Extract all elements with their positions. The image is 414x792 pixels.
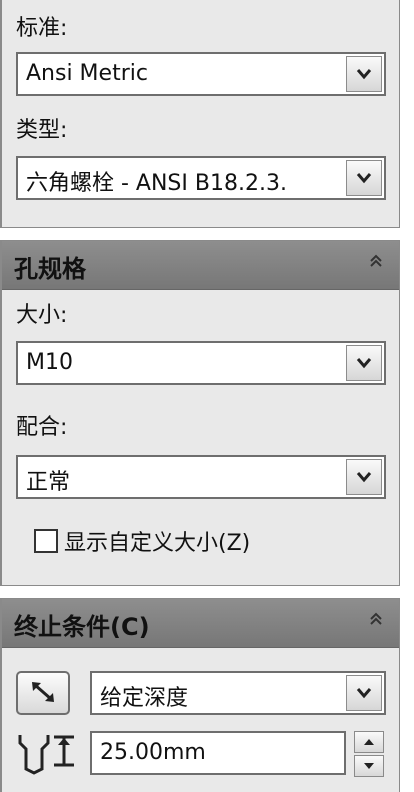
hole-spec-header[interactable]: 孔规格 (2, 241, 399, 290)
end-condition-value: 给定深度 (100, 686, 189, 711)
depth-spinner[interactable] (354, 731, 384, 777)
depth-value[interactable]: 25.00mm (100, 740, 336, 765)
custom-size-label[interactable]: 显示自定义大小(Z) (64, 525, 250, 557)
standard-value: Ansi Metric (26, 61, 148, 86)
chevron-down-icon[interactable] (346, 345, 382, 381)
type-label: 类型: (16, 118, 68, 143)
spin-up-button[interactable] (354, 731, 384, 753)
standard-panel: 标准: Ansi Metric 类型: 六角螺栓 - ANSI B18.2.3. (0, 0, 400, 228)
fit-label: 配合: (16, 415, 68, 440)
fit-value: 正常 (26, 470, 71, 495)
blind-depth-icon (16, 729, 80, 779)
end-condition-dropdown[interactable]: 给定深度 (90, 671, 386, 715)
size-label: 大小: (16, 303, 68, 328)
chevron-down-icon[interactable] (346, 459, 382, 495)
end-condition-header[interactable]: 终止条件(C) (2, 599, 399, 648)
type-value: 六角螺栓 - ANSI B18.2.3. (26, 171, 287, 196)
chevron-down-icon[interactable] (346, 160, 382, 196)
double-chevron-up-icon[interactable] (365, 611, 387, 633)
end-condition-panel: 终止条件(C) 给定深度 25.00mm (0, 598, 400, 792)
end-condition-title: 终止条件(C) (14, 613, 150, 641)
hole-spec-panel: 孔规格 大小: M10 配合: 正常 显示自定义大小(Z) (0, 240, 400, 586)
custom-size-checkbox[interactable] (34, 529, 58, 553)
hole-spec-title: 孔规格 (14, 255, 86, 283)
type-dropdown[interactable]: 六角螺栓 - ANSI B18.2.3. (16, 156, 386, 200)
chevron-down-icon[interactable] (346, 675, 382, 711)
size-value: M10 (26, 350, 73, 375)
chevron-down-icon[interactable] (346, 56, 382, 92)
spin-down-button[interactable] (354, 755, 384, 777)
fit-dropdown[interactable]: 正常 (16, 455, 386, 499)
double-chevron-up-icon[interactable] (365, 253, 387, 275)
standard-dropdown[interactable]: Ansi Metric (16, 52, 386, 96)
size-dropdown[interactable]: M10 (16, 341, 386, 385)
standard-label: 标准: (16, 16, 68, 41)
depth-input[interactable]: 25.00mm (90, 731, 346, 775)
reverse-direction-button[interactable] (16, 671, 70, 715)
